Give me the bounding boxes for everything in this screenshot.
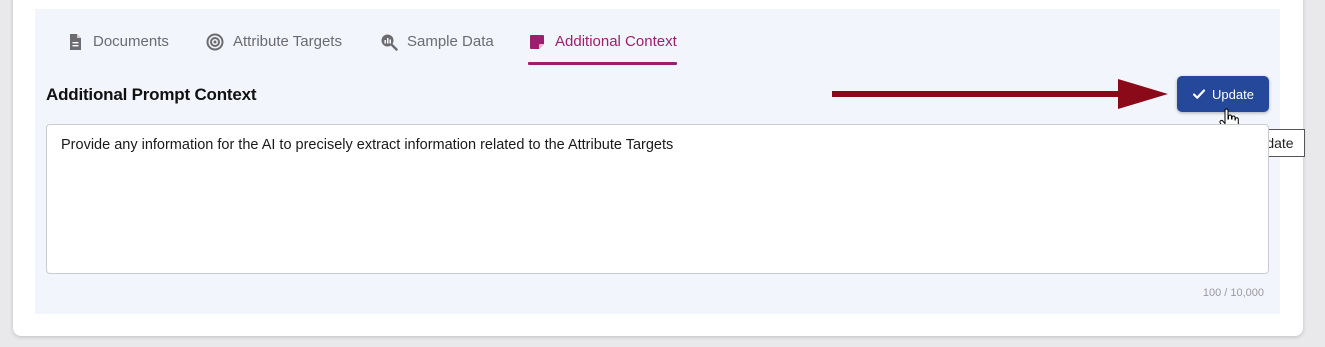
tab-attribute-targets[interactable]: Attribute Targets bbox=[206, 32, 342, 66]
check-icon bbox=[1192, 89, 1206, 99]
sticky-note-icon bbox=[530, 35, 544, 49]
character-counter: 100 / 10,000 bbox=[1202, 287, 1264, 299]
tab-label: Additional Context bbox=[555, 33, 677, 50]
tab-sample-data[interactable]: Sample Data bbox=[380, 32, 494, 66]
tab-label: Attribute Targets bbox=[233, 33, 342, 50]
tab-label: Documents bbox=[93, 33, 169, 50]
tab-documents[interactable]: Documents bbox=[66, 32, 169, 66]
active-tab-indicator bbox=[528, 62, 677, 65]
annotation-arrow bbox=[832, 79, 1168, 109]
section-title: Additional Prompt Context bbox=[46, 85, 257, 104]
update-button[interactable]: Update bbox=[1177, 76, 1269, 112]
tab-label: Sample Data bbox=[407, 33, 494, 50]
prompt-context-textarea[interactable]: Provide any information for the AI to pr… bbox=[46, 124, 1269, 274]
update-button-label: Update bbox=[1212, 86, 1254, 102]
target-icon bbox=[206, 33, 224, 51]
tab-additional-context[interactable]: Additional Context bbox=[528, 32, 677, 66]
search-chart-icon bbox=[381, 34, 398, 51]
document-icon bbox=[70, 34, 81, 50]
